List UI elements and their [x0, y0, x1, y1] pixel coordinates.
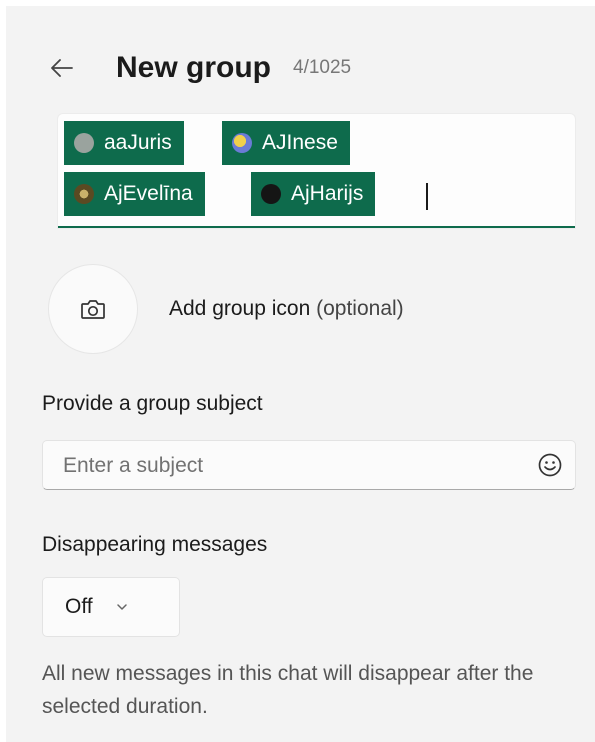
member-name: aaJuris: [104, 131, 172, 154]
optional-text: (optional): [316, 297, 404, 320]
add-group-icon-button[interactable]: [48, 264, 138, 354]
smiley-icon[interactable]: [537, 452, 563, 478]
subject-input[interactable]: [61, 441, 505, 491]
member-chip[interactable]: AjEvelīna: [64, 172, 205, 216]
member-name: AjHarijs: [291, 182, 364, 205]
add-group-icon-text: Add group icon: [169, 297, 311, 320]
member-chip[interactable]: aaJuris: [64, 121, 184, 165]
member-count: 4/1025: [293, 57, 352, 78]
member-chip[interactable]: AjHarijs: [251, 172, 376, 216]
members-field[interactable]: aaJuris AJInese AjEvelīna AjHarijs: [58, 114, 575, 228]
avatar: [232, 133, 252, 153]
avatar: [74, 184, 94, 204]
back-button[interactable]: [50, 56, 74, 80]
camera-icon: [81, 300, 105, 319]
disappearing-help-text: All new messages in this chat will disap…: [42, 662, 534, 718]
arrow-left-icon: [51, 59, 73, 77]
dropdown-value: Off: [65, 595, 93, 618]
subject-label: Provide a group subject: [42, 392, 263, 415]
header: New group 4/1025: [50, 46, 351, 90]
member-name: AJInese: [262, 131, 338, 154]
avatar: [261, 184, 281, 204]
text-caret: [426, 183, 428, 210]
group-icon-row: Add group icon (optional): [48, 264, 404, 354]
member-chip[interactable]: AJInese: [222, 121, 350, 165]
page-title: New group: [116, 51, 271, 84]
disappearing-dropdown[interactable]: Off: [42, 577, 180, 637]
add-group-icon-label: Add group icon (optional): [169, 297, 404, 321]
disappearing-label: Disappearing messages: [42, 533, 268, 556]
avatar: [74, 133, 94, 153]
member-name: AjEvelīna: [104, 182, 193, 205]
subject-field[interactable]: [42, 440, 576, 491]
new-group-panel: New group 4/1025 aaJuris AJInese AjEvelī…: [6, 6, 595, 742]
chevron-down-icon: [116, 604, 127, 610]
